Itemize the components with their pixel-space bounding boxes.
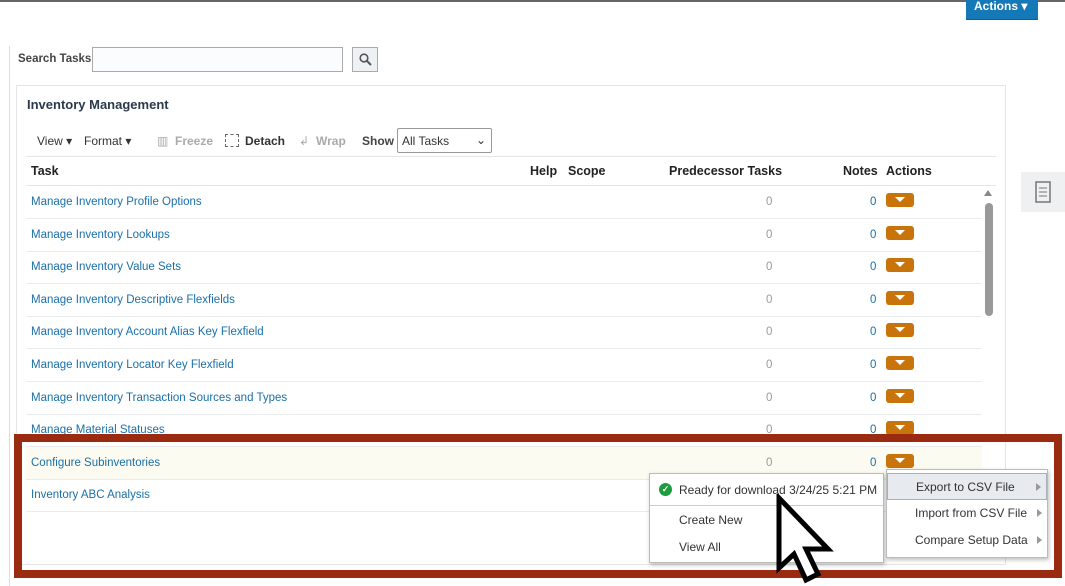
notes-link[interactable]: 0 xyxy=(870,326,876,338)
col-predecessor[interactable]: Predecessor Tasks xyxy=(669,164,782,178)
document-icon xyxy=(1035,181,1051,203)
freeze-icon: ▥ xyxy=(157,134,169,148)
export-popup: ✓ Ready for download 3/24/25 5:21 PM Crea… xyxy=(649,473,884,563)
predecessor-count: 0 xyxy=(766,359,773,371)
task-link[interactable]: Manage Inventory Locator Key Flexfield xyxy=(31,359,234,371)
show-label: Show xyxy=(362,134,394,148)
freeze-button[interactable]: Freeze xyxy=(175,134,213,148)
task-link[interactable]: Manage Inventory Descriptive Flexfields xyxy=(31,294,235,306)
wrap-button[interactable]: Wrap xyxy=(316,134,346,148)
task-link[interactable]: Manage Inventory Account Alias Key Flexf… xyxy=(31,326,264,338)
predecessor-count: 0 xyxy=(766,326,773,339)
predecessor-count: 0 xyxy=(766,196,773,208)
view-menu[interactable]: View ▾ xyxy=(37,134,72,148)
notes-link[interactable]: 0 xyxy=(870,359,876,371)
task-link[interactable]: Manage Inventory Transaction Sources and… xyxy=(31,392,287,404)
import-csv-item[interactable]: Import from CSV File xyxy=(887,500,1047,527)
detach-button[interactable]: Detach xyxy=(245,134,285,148)
col-actions[interactable]: Actions xyxy=(886,164,932,178)
col-scope[interactable]: Scope xyxy=(568,164,606,178)
table-row: Manage Inventory Lookups 0 0 xyxy=(26,219,982,252)
task-link[interactable]: Manage Inventory Value Sets xyxy=(31,261,181,273)
table-row: Manage Inventory Transaction Sources and… xyxy=(26,382,982,415)
table-row: Manage Inventory Descriptive Flexfields 0… xyxy=(26,284,982,317)
table-row: Manage Inventory Account Alias Key Flexf… xyxy=(26,316,982,350)
task-link[interactable]: Manage Inventory Lookups xyxy=(31,229,170,241)
task-link[interactable]: Manage Inventory Profile Options xyxy=(31,196,202,208)
compare-setup-label: Compare Setup Data xyxy=(915,533,1028,547)
show-select[interactable]: All Tasks ⌄ xyxy=(397,128,492,153)
notes-link[interactable]: 0 xyxy=(870,196,876,208)
detach-icon xyxy=(225,134,239,147)
search-button[interactable] xyxy=(352,47,378,72)
check-circle-icon: ✓ xyxy=(659,483,672,496)
search-input[interactable] xyxy=(92,47,343,72)
col-help[interactable]: Help xyxy=(530,164,557,178)
predecessor-count: 0 xyxy=(766,391,773,404)
panel-title: Inventory Management xyxy=(27,97,169,112)
row-actions-button[interactable] xyxy=(886,225,914,240)
table-row: Manage Inventory Profile Options 0 0 xyxy=(26,186,982,219)
chevron-down-icon: ⌄ xyxy=(475,133,486,147)
divider xyxy=(9,46,10,586)
export-csv-label: Export to CSV File xyxy=(916,480,1015,494)
notes-link[interactable]: 0 xyxy=(870,392,876,404)
col-notes[interactable]: Notes xyxy=(843,164,878,178)
create-new-item[interactable]: Create New xyxy=(679,513,742,527)
predecessor-count: 0 xyxy=(766,228,773,241)
search-icon xyxy=(358,53,372,66)
search-label: Search Tasks xyxy=(18,53,92,65)
format-menu[interactable]: Format ▾ xyxy=(84,134,131,148)
notes-link[interactable]: 0 xyxy=(870,229,876,241)
scroll-up-arrow[interactable] xyxy=(984,190,992,196)
view-all-item[interactable]: View All xyxy=(679,540,721,554)
notes-link[interactable]: 0 xyxy=(870,294,876,306)
row-actions-button[interactable] xyxy=(886,258,914,273)
top-border xyxy=(0,0,1065,2)
actions-menu-button[interactable]: Actions ▾ xyxy=(966,0,1038,20)
divider xyxy=(26,156,996,157)
row-actions-button[interactable] xyxy=(886,290,914,305)
export-csv-item[interactable]: Export to CSV File xyxy=(887,473,1047,500)
compare-setup-item[interactable]: Compare Setup Data xyxy=(887,527,1047,554)
row-actions-button[interactable] xyxy=(886,388,914,403)
row-actions-button[interactable] xyxy=(886,323,914,338)
row-actions-button[interactable] xyxy=(886,193,914,207)
col-task[interactable]: Task xyxy=(31,164,59,178)
table-row: Manage Inventory Locator Key Flexfield 0 0 xyxy=(26,349,982,382)
chevron-right-icon xyxy=(1037,536,1042,544)
actions-submenu: Export to CSV File Import from CSV File … xyxy=(886,469,1048,558)
import-csv-label: Import from CSV File xyxy=(915,506,1028,520)
side-panel-button[interactable] xyxy=(1021,172,1065,212)
show-value: All Tasks xyxy=(402,134,450,148)
chevron-right-icon xyxy=(1037,509,1042,517)
row-actions-button[interactable] xyxy=(886,356,914,370)
predecessor-count: 0 xyxy=(766,261,773,274)
chevron-right-icon xyxy=(1036,483,1041,491)
scrollbar-thumb[interactable] xyxy=(985,203,993,316)
notes-link[interactable]: 0 xyxy=(870,261,876,273)
predecessor-count: 0 xyxy=(766,293,773,306)
mouse-cursor-icon xyxy=(776,494,834,584)
wrap-icon: ↲ xyxy=(299,134,310,148)
download-ready-item[interactable]: ✓ Ready for download 3/24/25 5:21 PM xyxy=(650,474,883,506)
table-row: Manage Inventory Value Sets 0 0 xyxy=(26,251,982,285)
